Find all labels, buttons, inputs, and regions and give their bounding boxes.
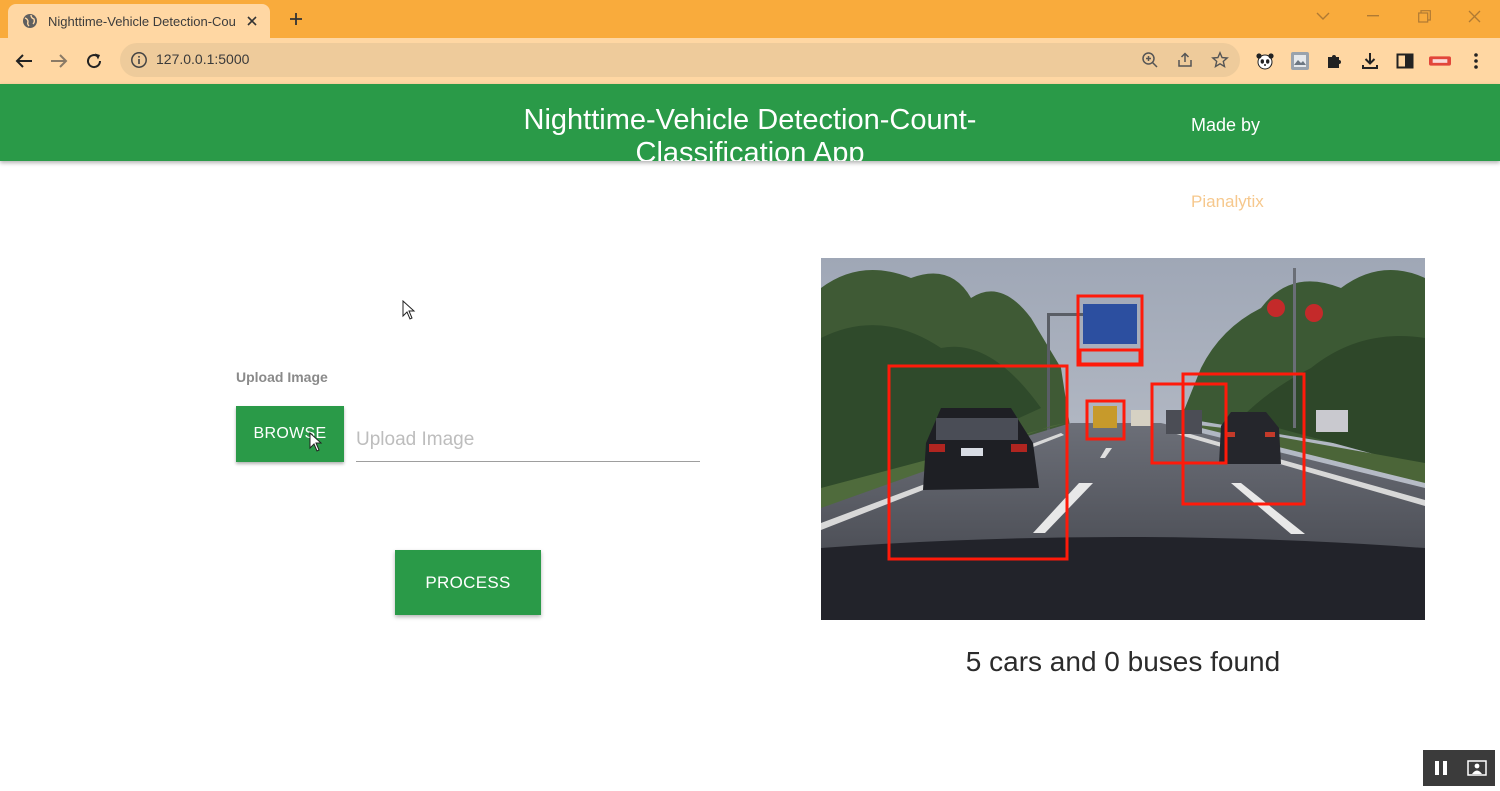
- image-extension-icon[interactable]: [1289, 50, 1311, 72]
- reload-icon[interactable]: [81, 48, 107, 74]
- download-icon[interactable]: [1359, 50, 1381, 72]
- browser-tab-bar: Nighttime-Vehicle Detection-Cou: [0, 0, 1500, 38]
- app-title: Nighttime-Vehicle Detection-Count-Classi…: [523, 104, 977, 161]
- bookmark-star-icon[interactable]: [1211, 51, 1229, 69]
- process-button[interactable]: PROCESS: [395, 550, 541, 615]
- new-tab-button[interactable]: [284, 8, 308, 30]
- mouse-pointer-icon: [309, 432, 323, 452]
- recording-extension-icon[interactable]: [1429, 50, 1451, 72]
- minimize-icon[interactable]: [1358, 6, 1388, 26]
- address-bar[interactable]: 127.0.0.1:5000: [120, 43, 1240, 77]
- app-header: Nighttime-Vehicle Detection-Count-Classi…: [0, 84, 1500, 161]
- zoom-icon[interactable]: [1141, 51, 1159, 69]
- url-text: 127.0.0.1:5000: [156, 51, 250, 67]
- tab-title: Nighttime-Vehicle Detection-Cou: [48, 13, 236, 29]
- mouse-pointer-icon: [402, 300, 416, 320]
- panda-extension-icon[interactable]: [1254, 50, 1276, 72]
- back-arrow-icon[interactable]: [11, 48, 37, 74]
- tab-search-icon[interactable]: [1308, 6, 1338, 26]
- browser-tab[interactable]: Nighttime-Vehicle Detection-Cou: [8, 4, 270, 38]
- detection-result-image: [821, 258, 1425, 620]
- share-icon[interactable]: [1176, 51, 1194, 69]
- detection-summary: 5 cars and 0 buses found: [965, 646, 1281, 677]
- restore-icon[interactable]: [1409, 6, 1439, 26]
- menu-kebab-icon[interactable]: [1465, 50, 1487, 72]
- forward-arrow-icon[interactable]: [46, 48, 72, 74]
- made-by-label: Made by: [1191, 115, 1261, 135]
- extensions-puzzle-icon[interactable]: [1324, 50, 1346, 72]
- pause-icon[interactable]: [1423, 750, 1459, 786]
- close-tab-icon[interactable]: [244, 13, 260, 29]
- browse-button[interactable]: BROWSE: [236, 406, 344, 462]
- picture-in-picture-icon[interactable]: [1459, 750, 1495, 786]
- upload-label: Upload Image: [236, 369, 328, 385]
- upload-image-field[interactable]: [356, 418, 700, 462]
- site-info-icon[interactable]: [130, 51, 148, 69]
- brand-link[interactable]: Pianalytix: [1191, 192, 1264, 212]
- close-window-icon[interactable]: [1459, 6, 1489, 26]
- globe-icon: [22, 13, 38, 29]
- side-panel-icon[interactable]: [1394, 50, 1416, 72]
- browser-toolbar: 127.0.0.1:5000: [0, 38, 1500, 84]
